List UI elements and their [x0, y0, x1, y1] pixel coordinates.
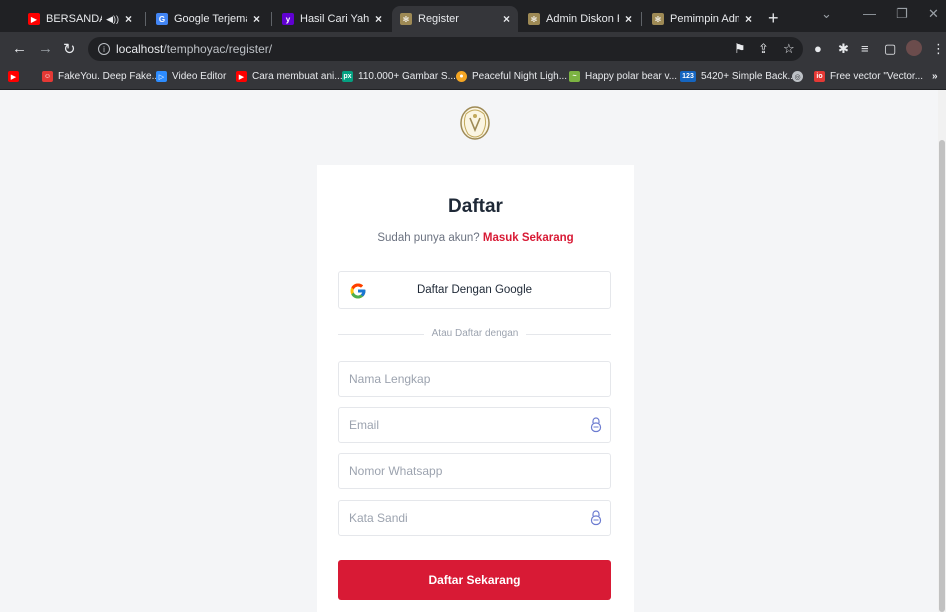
site-info-icon[interactable]: i [98, 43, 110, 55]
translate-icon[interactable]: ⚑ [734, 41, 746, 57]
close-tab-icon[interactable]: × [503, 12, 510, 26]
bookmark-item[interactable]: 123 5420+ Simple Back... [680, 71, 796, 82]
bookmark-youtube[interactable]: ▶ [8, 71, 24, 82]
audio-icon[interactable]: ◀)) [106, 14, 119, 25]
whatsapp-placeholder: Nomor Whatsapp [349, 464, 443, 478]
password-input[interactable]: Kata Sandi [338, 500, 611, 536]
full-name-placeholder: Nama Lengkap [349, 372, 431, 386]
register-submit-label: Daftar Sekarang [428, 573, 521, 587]
email-placeholder: Email [349, 418, 380, 432]
minimize-button[interactable]: — [863, 6, 876, 21]
extensions-icon[interactable]: ✱ [838, 41, 849, 57]
close-tab-icon[interactable]: × [625, 12, 632, 26]
browser-tab-strip: ▶ BERSANDARLA ◀)) × G Google Terjemahan … [0, 0, 946, 32]
close-tab-icon[interactable]: × [375, 12, 382, 26]
google-translate-icon: G [156, 13, 168, 25]
bookmark-item[interactable]: io Free vector "Vector... [814, 71, 923, 82]
youtube-icon: ▶ [28, 13, 40, 25]
close-tab-icon[interactable]: × [745, 12, 752, 26]
login-prompt: Sudah punya akun? Masuk Sekarang [377, 232, 574, 244]
tab-pemimpin-admin[interactable]: ✻ Pemimpin Admin A × [644, 6, 760, 32]
bookmark-site-icon: 123 [680, 71, 696, 82]
site-logo[interactable] [458, 104, 492, 142]
divider-text: Atau Daftar dengan [424, 328, 526, 339]
bookmark-site-icon: ~ [569, 71, 580, 82]
yahoo-icon: y [282, 13, 294, 25]
address-bar[interactable]: i localhost/temphoyac/register/ [88, 37, 803, 61]
bookmark-item[interactable]: ● Peaceful Night Ligh... [456, 71, 567, 82]
close-window-button[interactable]: ✕ [928, 6, 939, 22]
globe-icon: ◎ [792, 71, 803, 82]
google-signup-label: Daftar Dengan Google [416, 284, 533, 296]
new-tab-button[interactable]: + [768, 8, 779, 29]
lock-icon[interactable] [590, 510, 602, 526]
side-panel-icon[interactable]: ▢ [884, 41, 896, 57]
tab-bersandarla[interactable]: ▶ BERSANDARLA ◀)) × [20, 6, 140, 32]
youtube-icon: ▶ [236, 71, 247, 82]
tab-separator [145, 12, 146, 26]
tab-google-terjemahan[interactable]: G Google Terjemahan × [148, 6, 268, 32]
extension-record-icon[interactable]: ● [814, 41, 822, 56]
tab-admin-diskon[interactable]: ✻ Admin Diskon Prod × [520, 6, 640, 32]
tab-search-icon[interactable]: ⌄ [821, 6, 832, 22]
reload-icon[interactable]: ↻ [63, 40, 76, 58]
share-icon[interactable]: ⇪ [758, 41, 769, 57]
scrollbar-thumb[interactable] [939, 140, 945, 612]
lock-icon[interactable] [590, 417, 602, 433]
menu-icon[interactable]: ⋮ [932, 41, 945, 57]
tab-separator [271, 12, 272, 26]
pixabay-icon: px [342, 71, 353, 82]
bookmark-item[interactable]: ▶ Cara membuat ani... [236, 71, 343, 82]
bookmark-item[interactable]: ☺ FakeYou. Deep Fake... [42, 71, 160, 82]
bookmark-item[interactable]: px 110.000+ Gambar S... [342, 71, 456, 82]
tab-register[interactable]: ✻ Register × [392, 6, 518, 32]
bookmark-site-icon: io [814, 71, 825, 82]
more-bookmarks-icon[interactable]: » [932, 71, 938, 82]
browser-toolbar: ← → ↻ i localhost/temphoyac/register/ ⚑ … [0, 32, 946, 66]
site-logo-icon: ✻ [652, 13, 664, 25]
page-title: Daftar [448, 196, 503, 217]
google-signup-button[interactable]: Daftar Dengan Google [338, 271, 611, 309]
youtube-icon: ▶ [8, 71, 19, 82]
video-editor-icon: ▷ [156, 71, 167, 82]
profile-avatar[interactable] [906, 40, 922, 56]
full-name-input[interactable]: Nama Lengkap [338, 361, 611, 397]
bookmarks-bar: ▶ ☺ FakeYou. Deep Fake... ▷ Video Editor… [0, 66, 946, 90]
password-placeholder: Kata Sandi [349, 511, 408, 525]
site-logo-icon: ✻ [528, 13, 540, 25]
fakeyou-icon: ☺ [42, 71, 53, 82]
bookmark-item[interactable]: ◎ [792, 71, 808, 82]
tab-yahoo[interactable]: y Hasil Cari Yahoo un × [274, 6, 390, 32]
bookmark-item[interactable]: ▷ Video Editor [156, 71, 226, 82]
forward-icon[interactable]: → [38, 40, 53, 57]
site-logo-icon: ✻ [400, 13, 412, 25]
back-icon[interactable]: ← [12, 40, 27, 57]
whatsapp-number-input[interactable]: Nomor Whatsapp [338, 453, 611, 489]
google-icon [350, 283, 366, 299]
login-link[interactable]: Masuk Sekarang [483, 232, 574, 244]
bookmark-star-icon[interactable]: ☆ [783, 41, 795, 57]
bookmark-item[interactable]: ~ Happy polar bear v... [569, 71, 677, 82]
reading-list-icon[interactable]: ≡ [861, 41, 869, 56]
tab-separator [641, 12, 642, 26]
site-logo-icon [460, 106, 490, 140]
email-input[interactable]: Email [338, 407, 611, 443]
restore-button[interactable]: ❐ [896, 6, 908, 22]
register-submit-button[interactable]: Daftar Sekarang [338, 560, 611, 600]
bookmark-site-icon: ● [456, 71, 467, 82]
close-tab-icon[interactable]: × [253, 12, 260, 26]
page-scrollbar[interactable] [938, 90, 946, 612]
close-tab-icon[interactable]: × [125, 12, 132, 26]
